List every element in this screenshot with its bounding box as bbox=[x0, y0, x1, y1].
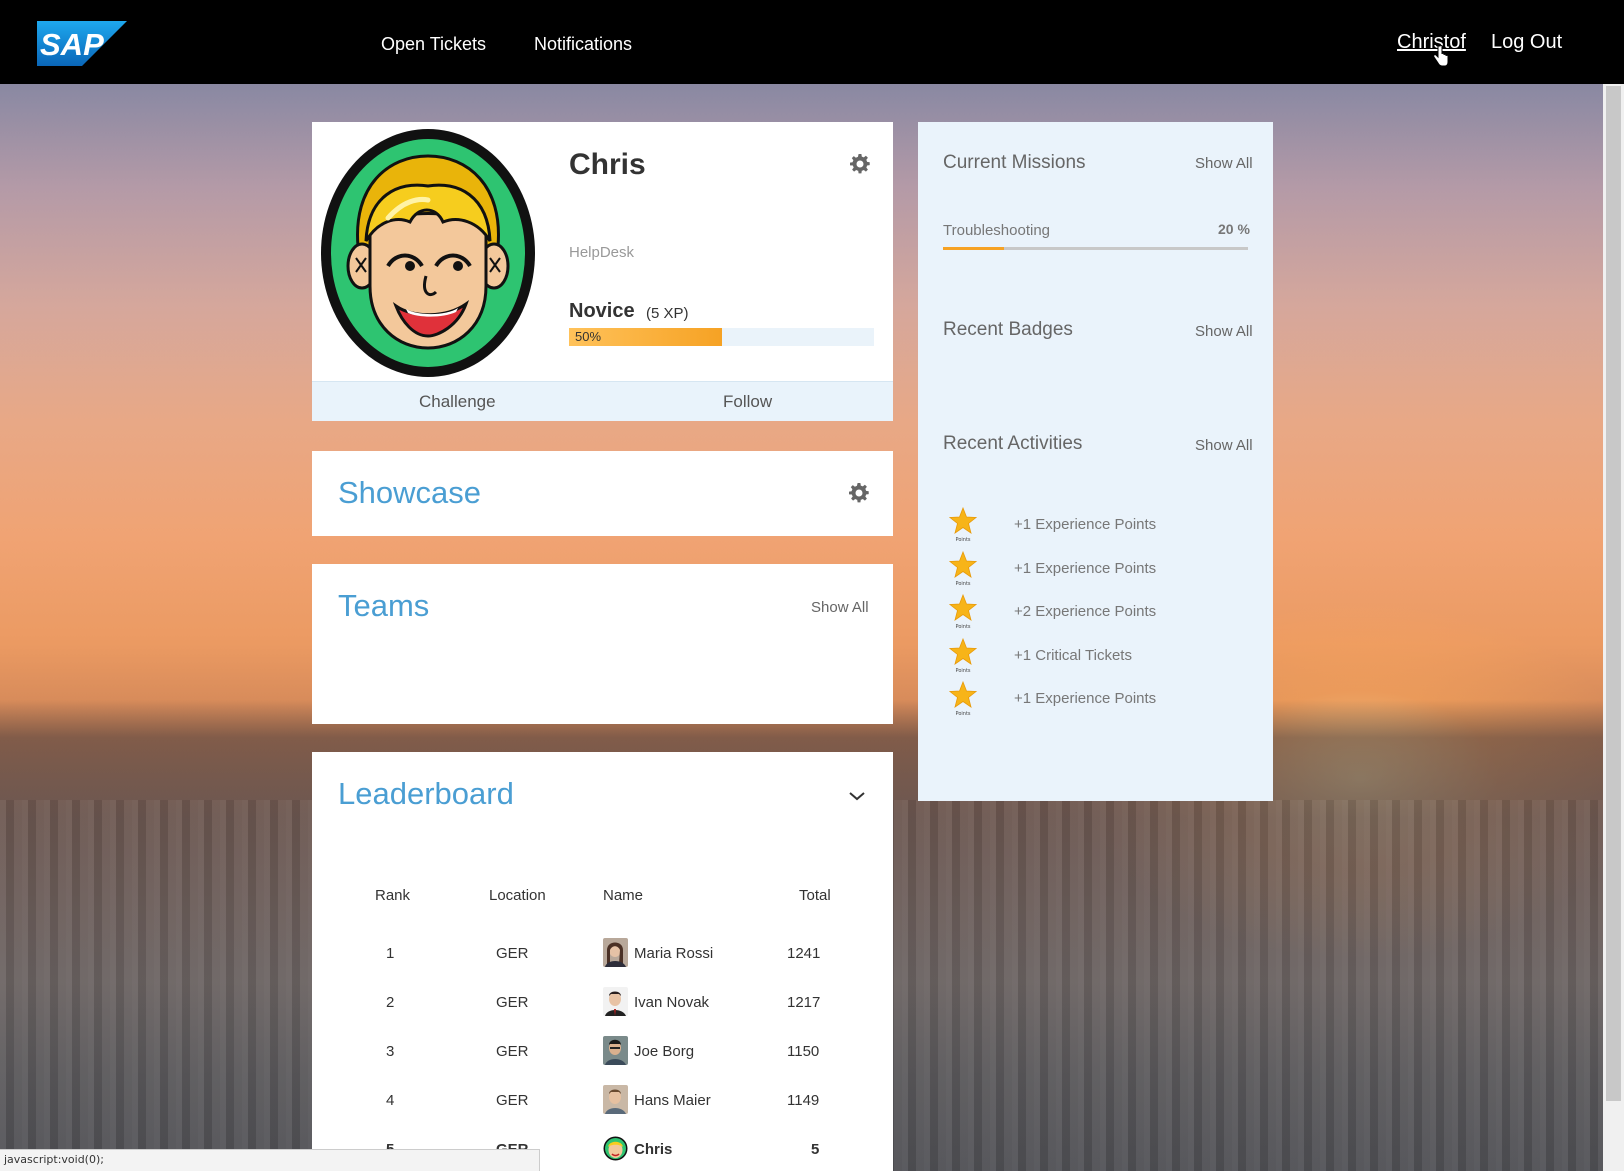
star-points-label: Points bbox=[955, 711, 970, 717]
challenge-button[interactable]: Challenge bbox=[419, 392, 496, 412]
row-3-rank: 3 bbox=[386, 1043, 395, 1060]
activity-text: +1 Experience Points bbox=[1014, 516, 1157, 533]
activities-show-all-link[interactable]: Show All bbox=[1195, 437, 1253, 454]
row-4-rank: 4 bbox=[386, 1092, 395, 1109]
hand-cursor-icon bbox=[1433, 45, 1449, 67]
teams-card: Teams Show All bbox=[312, 564, 893, 724]
row-2-rank: 2 bbox=[386, 994, 395, 1011]
row-1-avatar bbox=[603, 938, 628, 967]
row-4-avatar bbox=[603, 1085, 628, 1114]
activity-item: Points +2 Experience Points bbox=[943, 594, 1243, 630]
row-4-location: GER bbox=[496, 1092, 529, 1109]
star-points-label: Points bbox=[955, 581, 970, 587]
mission-percent: 20 % bbox=[1218, 221, 1250, 237]
right-panel: Current Missions Show All Troubleshootin… bbox=[918, 122, 1273, 801]
teams-show-all-link[interactable]: Show All bbox=[811, 599, 869, 616]
column-header-rank[interactable]: Rank bbox=[375, 887, 410, 904]
row-4-total: 1149 bbox=[787, 1092, 820, 1109]
leaderboard-title: Leaderboard bbox=[338, 776, 514, 811]
activity-text: +1 Experience Points bbox=[1014, 690, 1157, 707]
column-header-location[interactable]: Location bbox=[489, 887, 546, 904]
showcase-settings-gear-icon[interactable] bbox=[849, 483, 869, 503]
level-progress-bar: 50% bbox=[569, 328, 874, 346]
row-2-name[interactable]: Ivan Novak bbox=[634, 994, 709, 1011]
nav-open-tickets[interactable]: Open Tickets bbox=[381, 34, 486, 55]
profile-actions: Challenge Follow bbox=[312, 381, 893, 421]
mission-label: Troubleshooting bbox=[943, 222, 1051, 239]
star-points-icon: Points bbox=[949, 681, 977, 717]
activity-item: Points +1 Experience Points bbox=[943, 551, 1243, 587]
nav-notifications[interactable]: Notifications bbox=[534, 34, 632, 55]
level-progress-label: 50% bbox=[575, 329, 602, 344]
star-points-icon: Points bbox=[949, 594, 977, 630]
activity-item: Points +1 Experience Points bbox=[943, 507, 1243, 543]
sap-logo[interactable]: SAP bbox=[37, 21, 127, 66]
row-3-avatar bbox=[603, 1036, 628, 1065]
activity-item: Points +1 Experience Points bbox=[943, 681, 1243, 717]
row-2-location: GER bbox=[496, 994, 529, 1011]
column-header-name[interactable]: Name bbox=[603, 887, 643, 904]
row-2-avatar bbox=[603, 987, 628, 1016]
row-1-total: 1241 bbox=[787, 945, 821, 962]
follow-button[interactable]: Follow bbox=[723, 392, 772, 412]
row-1-rank: 1 bbox=[386, 945, 395, 962]
leaderboard-card: Leaderboard Rank Location Name Total 1 G… bbox=[312, 752, 893, 1171]
star-points-icon: Points bbox=[949, 638, 977, 674]
star-points-label: Points bbox=[955, 668, 970, 674]
profile-name: Chris bbox=[569, 148, 646, 181]
showcase-title: Showcase bbox=[338, 475, 482, 510]
row-4-name[interactable]: Hans Maier bbox=[634, 1092, 711, 1109]
top-navigation-bar: SAP Open Tickets Notifications Christof … bbox=[0, 0, 1624, 84]
activity-item: Points +1 Critical Tickets bbox=[943, 638, 1243, 674]
badges-show-all-link[interactable]: Show All bbox=[1195, 323, 1253, 340]
row-2-total: 1217 bbox=[787, 994, 821, 1011]
row-3-location: GER bbox=[496, 1043, 529, 1060]
missions-show-all-link[interactable]: Show All bbox=[1195, 155, 1253, 172]
star-points-label: Points bbox=[955, 537, 970, 543]
logout-link[interactable]: Log Out bbox=[1491, 31, 1562, 54]
profile-card: Chris HelpDesk Novice (5 XP) 50% Challen… bbox=[312, 122, 893, 421]
profile-settings-gear-icon[interactable] bbox=[850, 154, 870, 174]
row-5-total: 5 bbox=[811, 1141, 820, 1158]
avatar bbox=[321, 129, 535, 377]
row-5-name[interactable]: Chris bbox=[634, 1141, 672, 1158]
star-points-icon: Points bbox=[949, 507, 977, 543]
star-points-label: Points bbox=[955, 624, 970, 630]
row-1-name[interactable]: Maria Rossi bbox=[634, 945, 713, 962]
chevron-down-icon[interactable] bbox=[848, 790, 866, 802]
column-header-total[interactable]: Total bbox=[799, 887, 831, 904]
row-3-name[interactable]: Joe Borg bbox=[634, 1043, 694, 1060]
star-points-icon: Points bbox=[949, 551, 977, 587]
user-name-link[interactable]: Christof bbox=[1397, 31, 1466, 54]
mission-progress-bar bbox=[943, 247, 1248, 250]
row-1-location: GER bbox=[496, 945, 529, 962]
row-3-total: 1150 bbox=[787, 1043, 820, 1060]
row-5-avatar bbox=[603, 1136, 628, 1161]
level-name: Novice bbox=[569, 300, 635, 322]
level-xp: (5 XP) bbox=[646, 305, 689, 322]
recent-badges-title: Recent Badges bbox=[943, 319, 1073, 340]
current-missions-title: Current Missions bbox=[943, 152, 1086, 173]
profile-department: HelpDesk bbox=[569, 244, 635, 261]
browser-status-bar: javascript:void(0); bbox=[0, 1149, 540, 1171]
scrollbar-thumb[interactable] bbox=[1606, 86, 1621, 1101]
showcase-card: Showcase bbox=[312, 451, 893, 536]
activity-text: +1 Critical Tickets bbox=[1014, 647, 1132, 664]
logo-text: SAP bbox=[40, 27, 104, 62]
activity-text: +1 Experience Points bbox=[1014, 560, 1157, 577]
mission-progress-fill bbox=[943, 247, 1004, 250]
teams-title: Teams bbox=[338, 588, 430, 623]
recent-activities-title: Recent Activities bbox=[943, 433, 1083, 454]
activity-text: +2 Experience Points bbox=[1014, 603, 1157, 620]
